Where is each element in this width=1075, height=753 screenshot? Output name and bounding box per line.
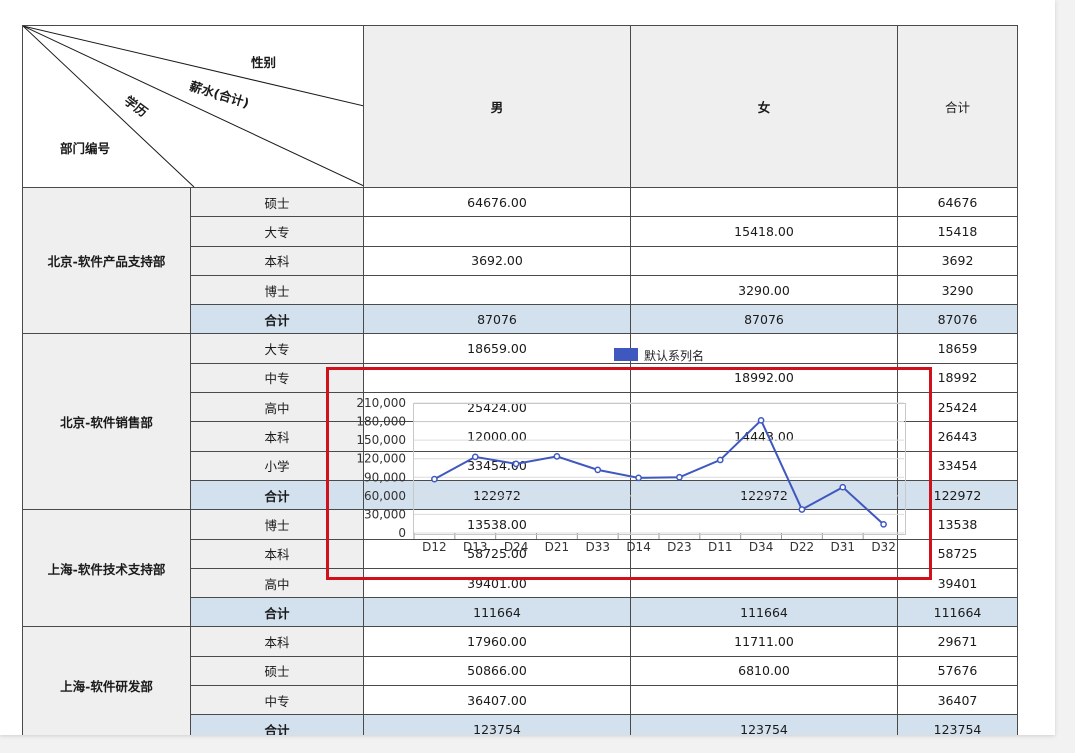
total-salary-cell: 33454 — [897, 450, 1018, 481]
education-cell: 本科 — [190, 421, 364, 452]
report-sheet: 性别 薪水(合计) 学历 部门编号男女合计 北京-软件产品支持部 硕士 64676.00 64… — [0, 0, 1055, 735]
education-cell: 中专 — [190, 362, 364, 394]
table-row: 北京-软件产品支持部 硕士 64676.00 64676 — [22, 186, 1018, 335]
total-salary-cell: 26443 — [897, 421, 1018, 452]
male-salary-cell: 64676.00 — [363, 186, 631, 218]
department-cell: 上海-软件技术支持部 — [22, 509, 191, 628]
female-salary-cell: 122972 — [630, 479, 898, 511]
total-salary-cell: 3290 — [897, 274, 1018, 306]
male-salary-cell — [363, 362, 631, 394]
male-salary-cell: 58725.00 — [363, 538, 631, 569]
female-salary-cell — [630, 538, 898, 569]
male-salary-cell: 25424.00 — [363, 392, 631, 423]
education-cell: 小学 — [190, 450, 364, 481]
education-cell: 高中 — [190, 567, 364, 599]
male-salary-cell — [363, 216, 631, 247]
female-salary-cell — [630, 685, 898, 716]
male-salary-cell: 87076 — [363, 304, 631, 335]
female-salary-cell: 14443.00 — [630, 421, 898, 452]
crosstab-report: 性别 薪水(合计) 学历 部门编号男女合计 北京-软件产品支持部 硕士 64676.00 64… — [22, 25, 1018, 735]
corner-gender-label: 性别 — [251, 55, 277, 70]
female-salary-cell — [630, 450, 898, 481]
male-salary-cell: 13538.00 — [363, 509, 631, 540]
male-salary-cell — [363, 274, 631, 306]
education-cell: 大专 — [190, 333, 364, 364]
header-corner-cell: 性别 薪水(合计) 学历 部门编号 — [22, 25, 364, 188]
total-salary-cell: 58725 — [897, 538, 1018, 569]
female-salary-cell: 15418.00 — [630, 216, 898, 247]
education-cell: 合计 — [190, 479, 364, 511]
male-salary-cell: 122972 — [363, 479, 631, 511]
education-cell: 硕士 — [190, 186, 364, 218]
education-cell: 本科 — [190, 245, 364, 276]
department-cell: 北京-软件产品支持部 — [22, 186, 191, 335]
total-salary-cell: 13538 — [897, 509, 1018, 540]
female-salary-cell: 3290.00 — [630, 274, 898, 306]
female-salary-cell: 87076 — [630, 304, 898, 335]
total-salary-cell: 111664 — [897, 597, 1018, 628]
total-salary-cell: 39401 — [897, 567, 1018, 599]
education-cell: 合计 — [190, 304, 364, 335]
female-salary-cell: 111664 — [630, 597, 898, 628]
total-salary-cell: 3692 — [897, 245, 1018, 276]
education-cell: 本科 — [190, 538, 364, 569]
male-salary-cell: 17960.00 — [363, 626, 631, 657]
total-salary-cell: 18659 — [897, 333, 1018, 364]
female-salary-cell — [630, 333, 898, 364]
female-salary-cell: 18992.00 — [630, 362, 898, 394]
header-total: 合计 — [897, 25, 1018, 188]
education-cell: 高中 — [190, 392, 364, 423]
total-salary-cell: 18992 — [897, 362, 1018, 394]
female-salary-cell — [630, 567, 898, 599]
female-salary-cell — [630, 392, 898, 423]
male-salary-cell: 33454.00 — [363, 450, 631, 481]
total-salary-cell: 25424 — [897, 392, 1018, 423]
table-row: 北京-软件销售部 大专 18659.00 18659 — [22, 333, 1018, 511]
male-salary-cell: 36407.00 — [363, 685, 631, 716]
total-salary-cell: 122972 — [897, 479, 1018, 511]
department-cell: 上海-软件研发部 — [22, 626, 191, 735]
male-salary-cell: 111664 — [363, 597, 631, 628]
total-salary-cell: 36407 — [897, 685, 1018, 716]
female-salary-cell: 123754 — [630, 714, 898, 735]
table-row: 上海-软件研发部 本科 17960.00 11711.00 29671 — [22, 626, 1018, 735]
total-salary-cell: 64676 — [897, 186, 1018, 218]
male-salary-cell: 123754 — [363, 714, 631, 735]
header-female: 女 — [630, 25, 898, 188]
education-cell: 博士 — [190, 509, 364, 540]
total-salary-cell: 29671 — [897, 626, 1018, 657]
education-cell: 合计 — [190, 597, 364, 628]
total-salary-cell: 15418 — [897, 216, 1018, 247]
corner-diagonals — [23, 26, 363, 187]
total-salary-cell: 123754 — [897, 714, 1018, 735]
table-row: 上海-软件技术支持部 博士 13538.00 13538 — [22, 509, 1018, 628]
education-cell: 博士 — [190, 274, 364, 306]
department-cell: 北京-软件销售部 — [22, 333, 191, 511]
female-salary-cell: 6810.00 — [630, 655, 898, 687]
male-salary-cell: 39401.00 — [363, 567, 631, 599]
male-salary-cell: 12000.00 — [363, 421, 631, 452]
male-salary-cell: 50866.00 — [363, 655, 631, 687]
education-cell: 本科 — [190, 626, 364, 657]
male-salary-cell: 3692.00 — [363, 245, 631, 276]
female-salary-cell — [630, 186, 898, 218]
header-male: 男 — [363, 25, 631, 188]
header-row: 性别 薪水(合计) 学历 部门编号男女合计 — [22, 25, 1018, 188]
male-salary-cell: 18659.00 — [363, 333, 631, 364]
corner-department-label: 部门编号 — [60, 141, 111, 156]
education-cell: 合计 — [190, 714, 364, 735]
total-salary-cell: 57676 — [897, 655, 1018, 687]
female-salary-cell — [630, 509, 898, 540]
female-salary-cell — [630, 245, 898, 276]
education-cell: 硕士 — [190, 655, 364, 687]
female-salary-cell: 11711.00 — [630, 626, 898, 657]
total-salary-cell: 87076 — [897, 304, 1018, 335]
education-cell: 中专 — [190, 685, 364, 716]
education-cell: 大专 — [190, 216, 364, 247]
